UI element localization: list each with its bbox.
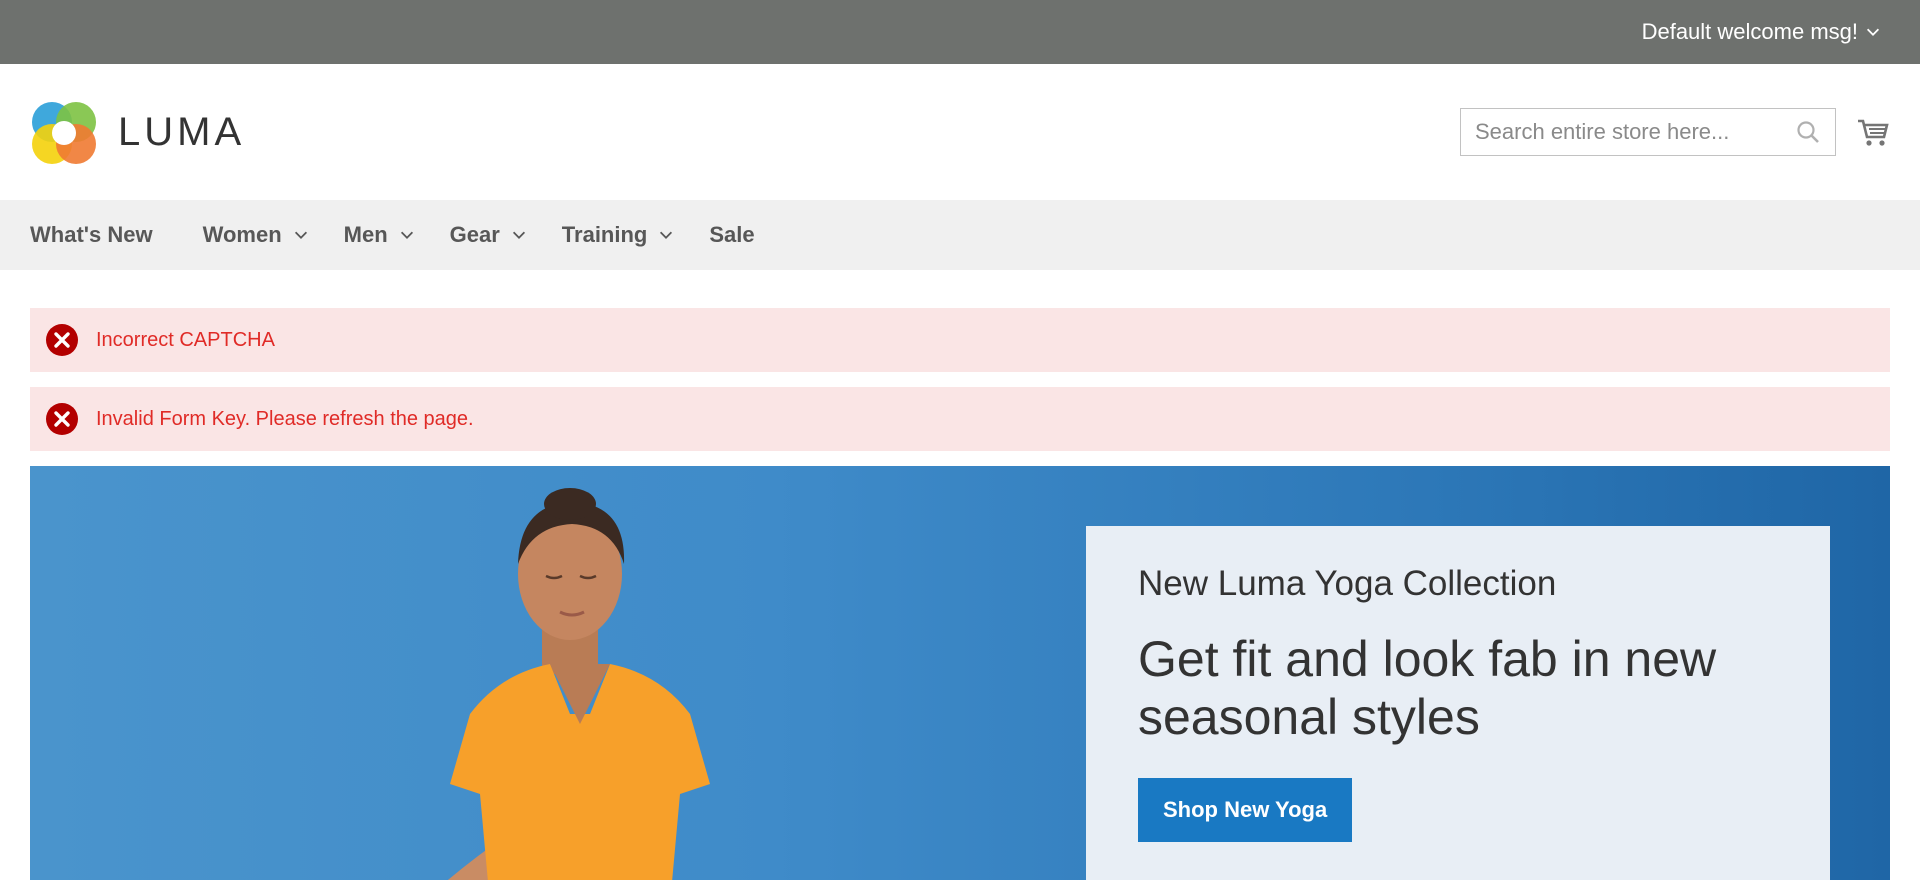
nav-item-whats-new[interactable]: What's New [30,222,153,248]
logo-text: LUMA [118,109,246,154]
welcome-menu[interactable]: Default welcome msg! [1642,19,1882,45]
chevron-down-icon [512,231,525,239]
error-message-text: Incorrect CAPTCHA [96,328,275,351]
error-message: Incorrect CAPTCHA [30,308,1890,372]
chevron-down-icon [660,231,673,239]
nav-item-training[interactable]: Training [562,222,676,248]
nav-item-label: What's New [30,222,153,247]
chevron-down-icon [1866,28,1880,36]
main-navigation: What's New Women Men Gear Training Sale [0,200,1920,270]
site-header: LUMA [0,64,1920,200]
nav-item-label: Sale [709,222,755,247]
welcome-text: Default welcome msg! [1641,19,1858,44]
header-actions [1460,108,1890,156]
search-input[interactable] [1475,119,1795,145]
nav-item-sale[interactable]: Sale [709,222,754,248]
hero-banner[interactable]: New Luma Yoga Collection Get fit and loo… [30,466,1890,880]
chevron-down-icon [400,231,413,239]
top-bar: Default welcome msg! [0,0,1920,64]
nav-item-label: Men [343,222,388,247]
promo-title: Get fit and look fab in new seasonal sty… [1138,631,1717,745]
error-icon [46,403,78,435]
promo-subtitle: New Luma Yoga Collection [1138,564,1557,603]
search-icon[interactable] [1795,119,1821,145]
promo-panel: New Luma Yoga Collection Get fit and loo… [1086,526,1830,880]
nav-item-label: Training [561,222,648,247]
nav-item-label: Women [202,222,282,247]
chevron-down-icon [294,231,307,239]
store-logo[interactable]: LUMA [30,98,245,166]
luma-logo-icon [32,102,96,164]
nav-item-label: Gear [449,222,500,247]
shop-new-yoga-button[interactable]: Shop New Yoga [1138,778,1353,842]
error-message-text: Invalid Form Key. Please refresh the pag… [96,407,474,430]
search-box [1460,108,1836,156]
cart-icon[interactable] [1856,115,1890,149]
nav-item-women[interactable]: Women [203,222,310,248]
message-area: Incorrect CAPTCHA Invalid Form Key. Plea… [0,270,1920,451]
error-icon [46,324,78,356]
nav-item-gear[interactable]: Gear [450,222,528,248]
nav-item-men[interactable]: Men [344,222,416,248]
hero-yoga-woman-image [447,488,710,880]
error-message: Invalid Form Key. Please refresh the pag… [30,387,1890,451]
